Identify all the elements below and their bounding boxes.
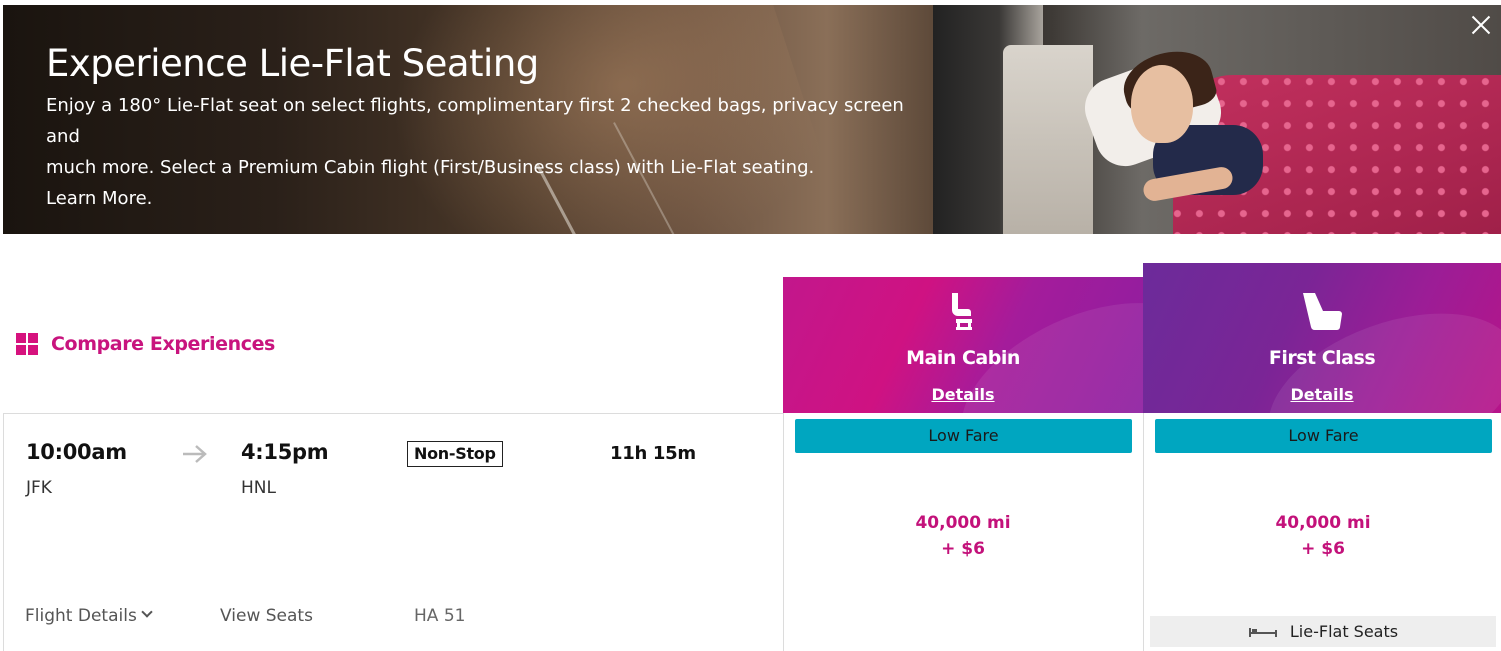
fare-miles-main: 40,000 mi bbox=[915, 513, 1011, 533]
arrive-airport: HNL bbox=[241, 478, 276, 498]
hero-banner: Experience Lie-Flat Seating Enjoy a 180°… bbox=[3, 5, 1501, 234]
bed-icon bbox=[1248, 627, 1277, 637]
cabin-name-main: Main Cabin bbox=[906, 347, 1020, 369]
banner-line-2: much more. Select a Premium Cabin flight… bbox=[46, 157, 815, 178]
cabin-name-first: First Class bbox=[1268, 347, 1376, 369]
grid-icon bbox=[16, 333, 38, 355]
depart-time: 10:00am bbox=[26, 440, 127, 464]
compare-experiences-label: Compare Experiences bbox=[51, 333, 275, 355]
fare-price-main[interactable]: 40,000 mi + $6 bbox=[783, 510, 1143, 562]
lie-flat-seat-icon bbox=[1303, 293, 1342, 331]
learn-more-link[interactable]: Learn More. bbox=[46, 183, 926, 214]
cabin-header-first: First Class Details bbox=[1143, 263, 1501, 413]
banner-line-1: Enjoy a 180° Lie-Flat seat on select fli… bbox=[46, 95, 904, 147]
cabin-details-first-link[interactable]: Details bbox=[1143, 385, 1501, 404]
flight-details-label: Flight Details bbox=[25, 606, 137, 626]
arrive-time: 4:15pm bbox=[241, 440, 329, 464]
flight-row-border bbox=[3, 413, 4, 651]
depart-airport: JFK bbox=[26, 478, 52, 498]
fare-badge-first: Low Fare bbox=[1155, 419, 1492, 453]
flight-row-divider bbox=[3, 413, 783, 414]
compare-experiences-link[interactable]: Compare Experiences bbox=[16, 333, 275, 355]
lie-flat-seats-label: Lie-Flat Seats bbox=[1289, 622, 1399, 641]
chevron-down-icon bbox=[141, 606, 153, 618]
view-seats-link[interactable]: View Seats bbox=[220, 606, 313, 626]
arrow-right-icon bbox=[183, 445, 207, 463]
fare-cash-first: + $6 bbox=[1301, 539, 1345, 559]
banner-text: Experience Lie-Flat Seating Enjoy a 180°… bbox=[46, 42, 926, 214]
fare-miles-first: 40,000 mi bbox=[1275, 513, 1371, 533]
flight-number: HA 51 bbox=[414, 606, 466, 626]
fare-cash-main: + $6 bbox=[941, 539, 985, 559]
flight-details-link[interactable]: Flight Details bbox=[25, 606, 153, 626]
cabin-details-main-link[interactable]: Details bbox=[783, 385, 1143, 404]
lie-flat-seats-badge: Lie-Flat Seats bbox=[1150, 616, 1496, 647]
seat-icon bbox=[952, 293, 972, 330]
banner-image-face bbox=[1131, 65, 1193, 143]
banner-title: Experience Lie-Flat Seating bbox=[46, 42, 539, 85]
cabin-header-main: Main Cabin Details bbox=[783, 277, 1143, 413]
close-icon[interactable] bbox=[1469, 13, 1493, 37]
fare-badge-main: Low Fare bbox=[795, 419, 1132, 453]
flight-duration: 11h 15m bbox=[610, 443, 696, 464]
stops-badge: Non-Stop bbox=[407, 441, 503, 467]
banner-description: Enjoy a 180° Lie-Flat seat on select fli… bbox=[46, 90, 926, 214]
fare-price-first[interactable]: 40,000 mi + $6 bbox=[1143, 510, 1501, 562]
banner-image-seat-side bbox=[1003, 45, 1093, 234]
